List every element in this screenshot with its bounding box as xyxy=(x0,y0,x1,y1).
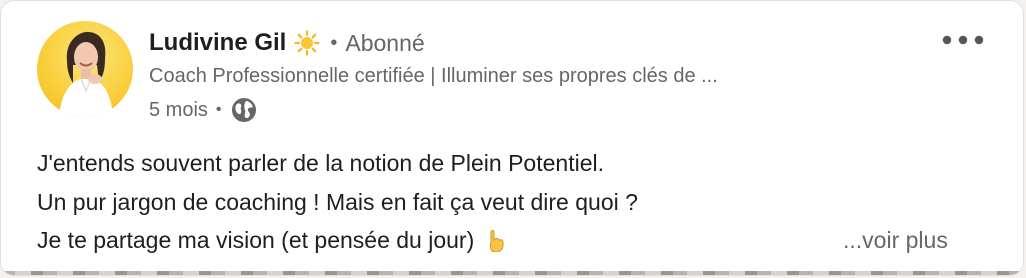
see-more-link[interactable]: ...voir plus xyxy=(843,227,948,254)
separator-dot: • xyxy=(330,31,338,54)
more-options-button[interactable] xyxy=(937,27,989,53)
separator-dot: • xyxy=(215,101,222,118)
pointing-down-hand-icon xyxy=(484,225,506,253)
author-row: Ludivine Gil • Abonné xyxy=(149,27,425,59)
post-card: Ludivine Gil • Abonné Coach Professionne… xyxy=(0,0,1024,276)
post-age: 5 mois xyxy=(149,98,208,121)
post-body-line-text: Je te partage ma vision (et pensée du jo… xyxy=(37,227,475,253)
media-preview-strip xyxy=(1,271,1023,275)
author-photo xyxy=(59,31,113,117)
more-horizontal-icon xyxy=(942,35,984,45)
author-name[interactable]: Ludivine Gil xyxy=(149,29,286,57)
sun-icon xyxy=(294,30,320,56)
globe-icon xyxy=(230,96,258,124)
follow-status: Abonné xyxy=(345,29,425,56)
post-meta: 5 mois • xyxy=(149,96,258,124)
author-avatar[interactable] xyxy=(37,21,133,117)
post-body-line: J'entends souvent parler de la notion de… xyxy=(37,150,604,176)
author-headline: Coach Professionnelle certifiée | Illumi… xyxy=(149,65,718,87)
post-body-line: Un pur jargon de coaching ! Mais en fait… xyxy=(37,188,638,215)
